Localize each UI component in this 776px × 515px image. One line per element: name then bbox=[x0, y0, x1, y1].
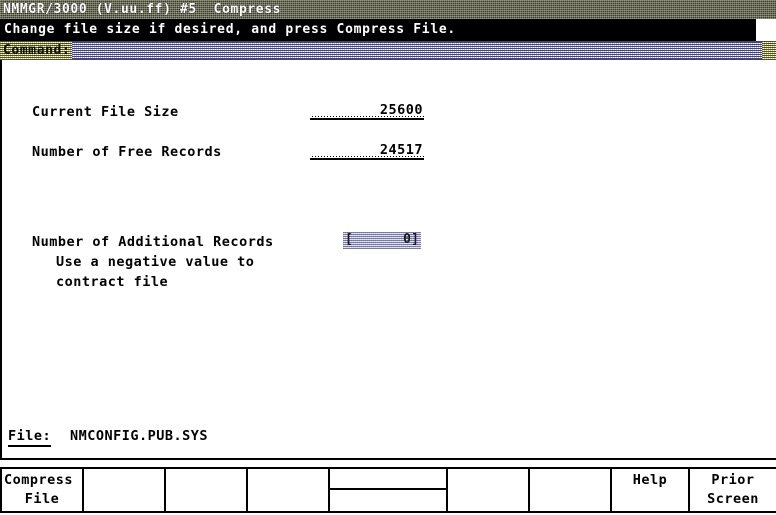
field-bracket-left: [ bbox=[345, 232, 353, 247]
function-key-f7[interactable] bbox=[528, 467, 612, 513]
window-title-bar: NMMGR/3000 (V.uu.ff) #5 Compress bbox=[0, 0, 776, 19]
window-title: NMMGR/3000 (V.uu.ff) #5 Compress bbox=[3, 2, 282, 17]
function-key-f3[interactable] bbox=[164, 467, 248, 513]
file-label: File: bbox=[8, 428, 52, 447]
free-records-value: 24517 bbox=[379, 142, 423, 158]
instruction-text: Change file size if desired, and press C… bbox=[4, 22, 456, 37]
command-input[interactable] bbox=[72, 42, 762, 59]
function-key-prior-screen-line1: Prior bbox=[711, 472, 755, 488]
additional-records-input[interactable]: [ 0 ] bbox=[343, 232, 421, 249]
additional-records-hint-line-1: Use a negative value to bbox=[56, 254, 255, 270]
function-key-help-line1: Help bbox=[632, 472, 668, 488]
command-bar: Command: bbox=[0, 41, 776, 60]
function-key-help[interactable]: Help bbox=[610, 467, 690, 513]
field-bracket-right: ] bbox=[411, 232, 419, 247]
form-body: Current File Size 25600 Number of Free R… bbox=[0, 60, 776, 458]
current-file-size-value: 25600 bbox=[379, 102, 423, 118]
function-key-prior-screen-line2: Screen bbox=[707, 491, 759, 507]
function-key-f5[interactable] bbox=[328, 467, 448, 513]
function-key-f4[interactable] bbox=[246, 467, 330, 513]
function-key-f1[interactable]: Compress File bbox=[0, 467, 84, 513]
free-records-value-field: 24517 bbox=[310, 142, 424, 160]
function-key-prior-screen[interactable]: Prior Screen bbox=[688, 467, 776, 513]
additional-records-value: 0 bbox=[403, 232, 411, 247]
function-key-f1-line2: File bbox=[24, 491, 60, 507]
function-key-f1-line1: Compress bbox=[4, 472, 74, 488]
function-key-top-rule bbox=[0, 458, 776, 460]
current-file-size-value-field: 25600 bbox=[310, 102, 424, 120]
function-key-f2[interactable] bbox=[82, 467, 166, 513]
file-name: NMCONFIG.PUB.SYS bbox=[70, 428, 209, 444]
function-key-bar: Compress File Help Prior Screen bbox=[0, 467, 776, 513]
command-label: Command: bbox=[3, 43, 71, 58]
current-file-size-label: Current File Size bbox=[32, 104, 179, 120]
additional-records-hint-line-2: contract file bbox=[56, 274, 169, 290]
additional-records-label: Number of Additional Records bbox=[32, 234, 274, 250]
function-key-f6[interactable] bbox=[446, 467, 530, 513]
terminal-screen: NMMGR/3000 (V.uu.ff) #5 Compress Change … bbox=[0, 0, 776, 515]
free-records-label: Number of Free Records bbox=[32, 144, 222, 160]
instruction-banner: Change file size if desired, and press C… bbox=[0, 19, 756, 41]
